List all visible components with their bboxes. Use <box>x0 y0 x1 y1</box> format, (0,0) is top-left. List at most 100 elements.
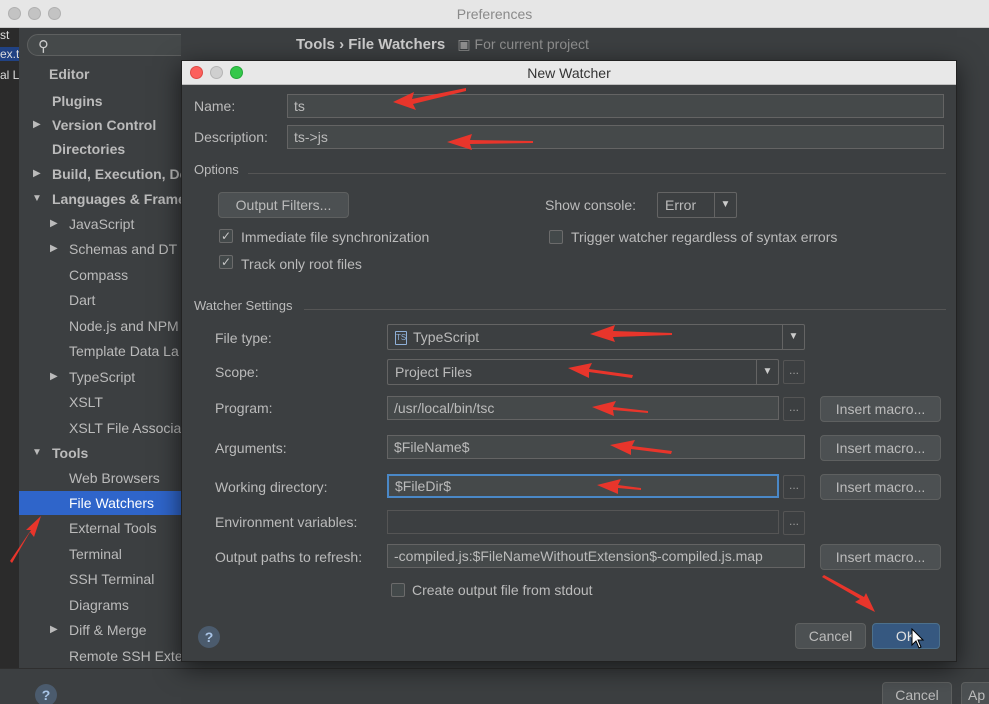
description-field[interactable]: ts->js <box>287 125 944 149</box>
file-type-label: File type: <box>215 330 272 346</box>
breadcrumb-leaf: File Watchers <box>348 36 446 53</box>
sidebar-item-plugins[interactable]: Plugins <box>52 89 103 113</box>
preferences-sidebar: ⚲ Editor Plugins ▶ Version Control Direc… <box>19 28 181 668</box>
sidebar-item-ssh-terminal[interactable]: SSH Terminal <box>69 567 154 591</box>
sidebar-item-file-watchers[interactable]: File Watchers <box>19 491 181 515</box>
immediate-sync-label: Immediate file synchronization <box>241 229 430 245</box>
preferences-footer: ? Cancel Ap <box>0 668 989 704</box>
sidebar-item-typescript[interactable]: TypeScript <box>69 365 135 389</box>
arguments-field[interactable]: $FileName$ <box>387 435 805 459</box>
settings-search-field[interactable]: ⚲ <box>27 34 181 56</box>
program-label: Program: <box>215 400 273 416</box>
sidebar-item-diagrams[interactable]: Diagrams <box>69 593 129 617</box>
watcher-settings-header: Watcher Settings <box>194 298 293 313</box>
scope-value: Project Files <box>395 364 473 380</box>
program-field[interactable]: /usr/local/bin/tsc <box>387 396 779 420</box>
scope-label: Scope: <box>215 364 259 380</box>
collapse-arrow-icon[interactable]: ▼ <box>32 193 42 204</box>
sidebar-item-build[interactable]: Build, Execution, De <box>52 162 181 186</box>
strip-text: st <box>0 28 10 42</box>
options-divider <box>248 173 946 174</box>
chevron-down-icon: ▼ <box>714 193 736 217</box>
output-paths-label: Output paths to refresh: <box>215 549 363 565</box>
file-type-value: TypeScript <box>413 329 480 345</box>
create-output-checkbox[interactable] <box>391 583 405 597</box>
sidebar-item-xslt-associations[interactable]: XSLT File Associa <box>69 416 181 440</box>
sidebar-item-version-control[interactable]: Version Control <box>52 113 156 137</box>
arguments-insert-macro-button[interactable]: Insert macro... <box>820 435 941 461</box>
sidebar-item-tools[interactable]: Tools <box>52 441 88 465</box>
show-console-label: Show console: <box>545 197 637 213</box>
program-insert-macro-button[interactable]: Insert macro... <box>820 396 941 422</box>
sidebar-item-directories[interactable]: Directories <box>52 137 125 161</box>
chevron-down-icon: ▼ <box>756 360 778 384</box>
working-directory-browse-button[interactable]: ... <box>783 475 805 499</box>
sidebar-item-javascript[interactable]: JavaScript <box>69 212 134 236</box>
strip-text: ex.t <box>0 47 20 61</box>
name-field[interactable]: ts <box>287 94 944 118</box>
scope-browse-button[interactable]: ... <box>783 360 805 384</box>
breadcrumb-root: Tools <box>296 36 335 53</box>
sidebar-item-diff-merge[interactable]: Diff & Merge <box>69 618 147 642</box>
scope-select[interactable]: Project Files ▼ <box>387 359 779 385</box>
expand-arrow-icon[interactable]: ▶ <box>50 624 58 635</box>
trigger-watcher-label: Trigger watcher regardless of syntax err… <box>571 229 838 245</box>
show-console-select[interactable]: Error ▼ <box>657 192 737 218</box>
expand-arrow-icon[interactable]: ▶ <box>33 119 41 130</box>
create-output-label: Create output file from stdout <box>412 582 593 598</box>
new-watcher-dialog: New Watcher Name: ts Description: ts->js… <box>181 60 957 662</box>
background-editor-strip: st ex.t al Li <box>0 28 22 704</box>
dialog-title: New Watcher <box>527 65 611 81</box>
environment-variables-field[interactable] <box>387 510 779 534</box>
working-directory-field[interactable]: $FileDir$ <box>387 474 779 498</box>
environment-variables-label: Environment variables: <box>215 514 358 530</box>
sidebar-item-compass[interactable]: Compass <box>69 263 128 287</box>
sidebar-item-remote-ssh[interactable]: Remote SSH Exte <box>69 644 181 668</box>
search-icon: ⚲ <box>38 38 49 55</box>
trigger-watcher-checkbox[interactable] <box>549 230 563 244</box>
expand-arrow-icon[interactable]: ▶ <box>33 168 41 179</box>
project-scope-label: For current project <box>474 36 589 52</box>
sidebar-item-dart[interactable]: Dart <box>69 288 95 312</box>
sidebar-item-xslt[interactable]: XSLT <box>69 390 103 414</box>
show-console-value: Error <box>665 197 697 213</box>
dialog-ok-button[interactable]: OK <box>872 623 940 649</box>
expand-arrow-icon[interactable]: ▶ <box>50 371 58 382</box>
expand-arrow-icon[interactable]: ▶ <box>50 218 58 229</box>
sidebar-item-terminal[interactable]: Terminal <box>69 542 122 566</box>
sidebar-item-nodejs[interactable]: Node.js and NPM <box>69 314 179 338</box>
screen: Preferences st ex.t al Li ⚲ Editor Plugi… <box>0 0 989 704</box>
immediate-sync-checkbox[interactable]: ✓ <box>219 229 233 243</box>
working-directory-label: Working directory: <box>215 479 328 495</box>
sidebar-item-schemas[interactable]: Schemas and DT <box>69 237 177 261</box>
environment-variables-browse-button[interactable]: ... <box>783 511 805 535</box>
dialog-titlebar: New Watcher <box>182 61 956 85</box>
collapse-arrow-icon[interactable]: ▼ <box>32 447 42 458</box>
sidebar-item-template-data[interactable]: Template Data La <box>69 339 179 363</box>
arguments-label: Arguments: <box>215 440 287 456</box>
help-icon[interactable]: ? <box>35 684 57 704</box>
output-filters-button[interactable]: Output Filters... <box>218 192 349 218</box>
sidebar-item-editor[interactable]: Editor <box>49 62 89 86</box>
options-header: Options <box>194 162 239 177</box>
preferences-cancel-button[interactable]: Cancel <box>882 682 952 704</box>
sidebar-item-external-tools[interactable]: External Tools <box>69 516 157 540</box>
sidebar-item-web-browsers[interactable]: Web Browsers <box>69 466 160 490</box>
output-paths-insert-macro-button[interactable]: Insert macro... <box>820 544 941 570</box>
preferences-title: Preferences <box>456 6 533 22</box>
program-browse-button[interactable]: ... <box>783 397 805 421</box>
project-scope-icon: ▣ <box>457 36 471 52</box>
typescript-file-icon: TS <box>395 331 407 346</box>
output-paths-field[interactable]: -compiled.js:$FileNameWithoutExtension$-… <box>387 544 805 568</box>
preferences-apply-button[interactable]: Ap <box>961 682 989 704</box>
dialog-cancel-button[interactable]: Cancel <box>795 623 866 649</box>
sidebar-item-languages[interactable]: Languages & Frame <box>52 187 181 211</box>
track-root-checkbox[interactable]: ✓ <box>219 255 233 269</box>
working-directory-insert-macro-button[interactable]: Insert macro... <box>820 474 941 500</box>
file-type-select[interactable]: TS TypeScript ▼ <box>387 324 805 350</box>
description-label: Description: <box>194 129 268 145</box>
breadcrumb: Tools › File Watchers ▣ For current proj… <box>296 36 589 53</box>
expand-arrow-icon[interactable]: ▶ <box>50 243 58 254</box>
track-root-label: Track only root files <box>241 256 362 272</box>
dialog-help-icon[interactable]: ? <box>198 626 220 648</box>
